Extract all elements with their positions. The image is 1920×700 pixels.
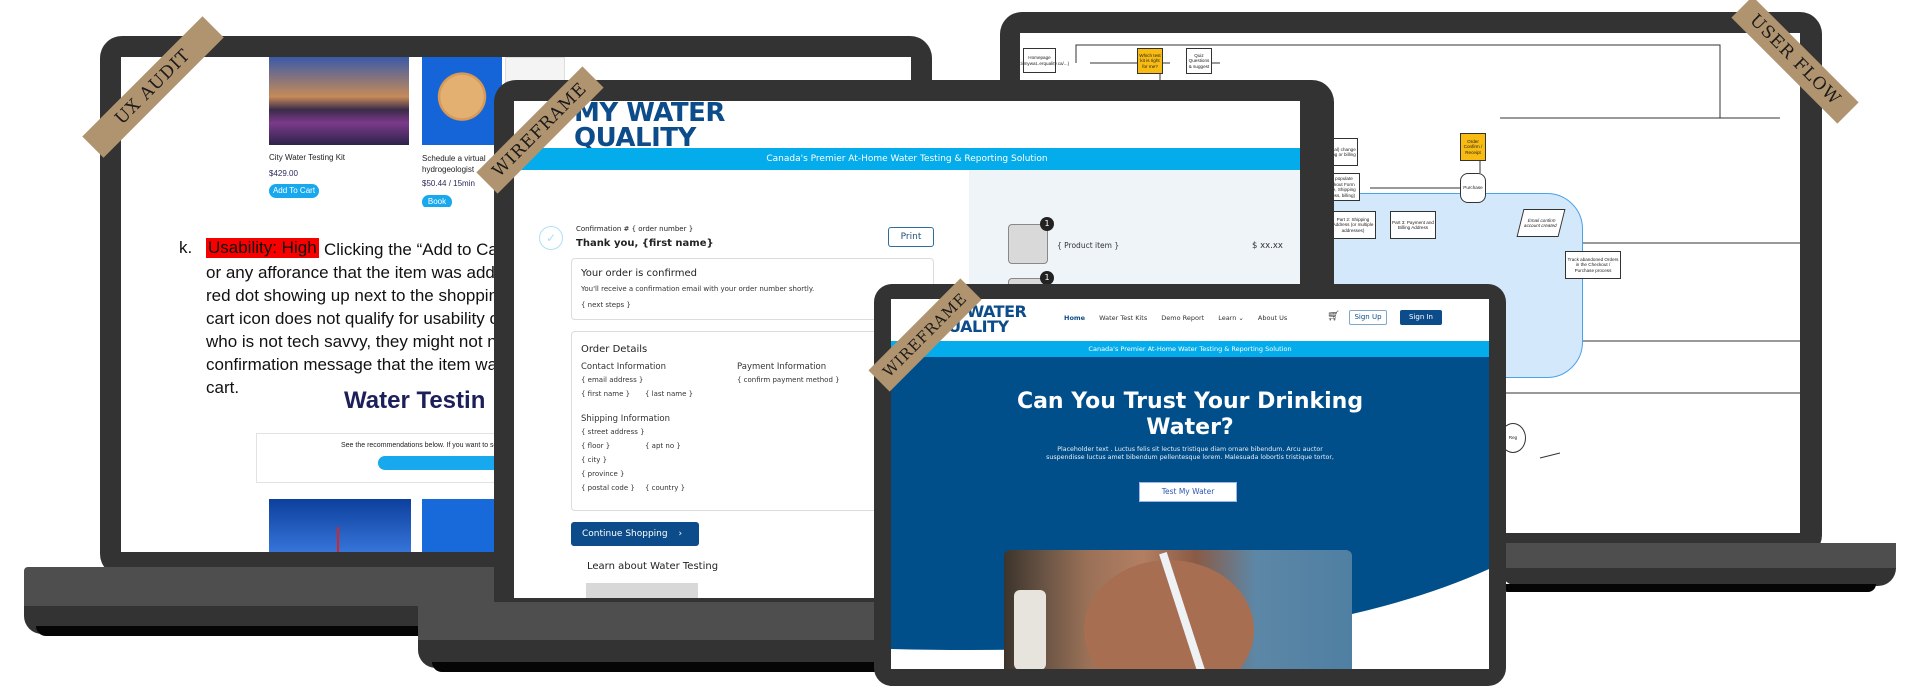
product-price: $50.44 / 15min: [422, 179, 475, 188]
finding-line: red dot showing up next to the shoppin: [206, 286, 499, 305]
product-image-tower: [269, 499, 411, 552]
continue-shopping-label: Continue Shopping: [582, 529, 668, 539]
cart-item: 1 { Product item } $ xx.xx: [1008, 217, 1300, 265]
hero-title: Can You Trust Your Drinking Water?: [891, 389, 1489, 441]
laptop-checkout-shadow: [432, 662, 892, 672]
finding-line: who is not tech savvy, they might not n: [206, 332, 497, 351]
flow-node: Homepage https://mywat..erquality.ca/...…: [1020, 48, 1069, 73]
laptop-user-flow-base: [1500, 543, 1896, 569]
shipping-heading: Shipping Information: [581, 414, 670, 424]
flow-node: Purchase: [1460, 173, 1486, 203]
cart-icon[interactable]: 🛒︎: [1327, 311, 1340, 322]
nav-demo-report[interactable]: Demo Report: [1161, 314, 1204, 322]
brand-logo: MY WATER QUALITY: [574, 101, 725, 153]
nav-learn[interactable]: Learn ⌄: [1218, 314, 1244, 322]
tower-spire: [337, 527, 339, 552]
tagline-banner: Canada's Premier At-Home Water Testing &…: [514, 148, 1300, 170]
nav-about-us[interactable]: About Us: [1258, 314, 1287, 322]
confirmed-text: You'll receive a confirmation email with…: [581, 285, 815, 293]
product-image-clock-2: [422, 499, 502, 552]
sign-in-button[interactable]: Sign In: [1400, 310, 1442, 325]
learn-heading: Learn about Water Testing: [587, 561, 719, 572]
thank-you-heading: Thank you, {first name}: [576, 238, 714, 249]
flow-node: Part 3: Payment and Billing Address: [1390, 211, 1436, 239]
postal-placeholder: { postal code }: [581, 484, 635, 492]
hero-title-line: Water?: [1146, 415, 1234, 440]
product-name: City Water Testing Kit: [269, 153, 346, 162]
finding-text: Clicking the “Add to Ca or any afforance…: [206, 238, 506, 399]
chevron-right-icon: ›: [678, 529, 683, 539]
street-placeholder: { street address }: [581, 428, 645, 436]
next-steps: { next steps }: [581, 301, 631, 309]
print-button[interactable]: Print: [888, 227, 934, 247]
finding-line: cart icon does not qualify for usability…: [206, 309, 499, 328]
nav-water-test-kits[interactable]: Water Test Kits: [1099, 314, 1147, 322]
province-placeholder: { province }: [581, 470, 625, 478]
city-placeholder: { city }: [581, 456, 608, 464]
continue-shopping-button[interactable]: Continue Shopping ›: [571, 522, 699, 546]
payment-heading: Payment Information: [737, 362, 827, 372]
product-thumbnail: [1008, 224, 1048, 264]
flow-node: Part 2: Shipping Address (or multiple ad…: [1330, 211, 1376, 239]
main-nav: Home Water Test Kits Demo Report Learn ⌄…: [1064, 314, 1287, 322]
confirmed-title: Your order is confirmed: [581, 268, 697, 279]
finding-line: Clicking the “Add to Ca: [324, 240, 498, 259]
recommendation-text: See the recommendations below. If you wa…: [341, 442, 498, 449]
flow-node: Order Confirm / Receipt: [1460, 133, 1486, 161]
hero-text: Placeholder text . Luctus felis sit lect…: [891, 446, 1489, 462]
apt-placeholder: { apt no }: [645, 442, 681, 450]
home-screen: MY WATER QUALITY Home Water Test Kits De…: [891, 299, 1489, 669]
finding-line: confirmation message that the item was: [206, 355, 506, 374]
nav-home[interactable]: Home: [1064, 314, 1085, 322]
hero-text-line: suspendisse luctus amet bibendum pellent…: [1046, 454, 1334, 461]
email-placeholder: { email address }: [581, 376, 644, 384]
product-item-price: $ xx.xx: [1252, 241, 1283, 251]
flow-node: Email confirm account created: [1516, 209, 1566, 237]
floor-placeholder: { floor }: [581, 442, 611, 450]
hero-photo: [1004, 550, 1352, 669]
confirmation-number: Confirmation # { order number }: [576, 225, 694, 233]
laptop-user-flow-shadow: [1500, 584, 1876, 592]
first-name-placeholder: { first name }: [581, 390, 631, 398]
quantity-badge: 1: [1040, 271, 1054, 285]
hero-title-line: Can You Trust Your Drinking: [1016, 389, 1364, 414]
learn-card-placeholder: [586, 583, 698, 598]
product-item-name: { Product item }: [1057, 241, 1120, 250]
country-placeholder: { country }: [645, 484, 686, 492]
soap-dispenser: [1014, 590, 1046, 669]
order-details-title: Order Details: [581, 344, 648, 355]
add-to-cart-button[interactable]: Add To Cart: [269, 184, 319, 198]
hero-text-line: Placeholder text . Luctus felis sit lect…: [1057, 446, 1323, 453]
product-image-clock: [422, 57, 502, 145]
flow-node: Quiz Questions & suggest: [1186, 48, 1212, 74]
last-name-placeholder: { last name }: [645, 390, 694, 398]
product-image-city: [269, 57, 409, 145]
payment-placeholder: { confirm payment method }: [737, 376, 840, 384]
finding-marker: k.: [179, 238, 193, 257]
logo-line: MY WATER: [574, 101, 725, 128]
connector: [1539, 452, 1561, 459]
check-circle-icon: ✓: [539, 226, 563, 250]
tagline-banner: Canada's Premier At-Home Water Testing &…: [891, 341, 1489, 357]
logo-line: QUALITY: [574, 122, 696, 153]
flow-node: Track abandoned Orders in the Checkout /…: [1565, 251, 1621, 279]
flow-node: Which test kit is right for me?: [1137, 48, 1163, 74]
test-my-water-button[interactable]: Test My Water: [1139, 482, 1237, 502]
contact-heading: Contact Information: [581, 362, 666, 372]
section-heading: Water Testin: [344, 387, 486, 414]
sign-up-button[interactable]: Sign Up: [1349, 310, 1387, 325]
quantity-badge: 1: [1040, 217, 1054, 231]
finding-line: or any afforance that the item was adde: [206, 263, 505, 282]
product-price: $429.00: [269, 169, 298, 178]
